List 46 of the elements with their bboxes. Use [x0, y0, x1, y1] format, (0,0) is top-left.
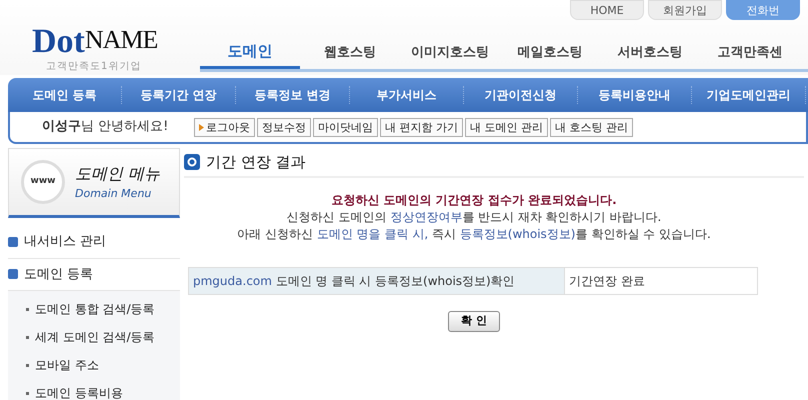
www-badge: www	[21, 160, 65, 204]
user-button[interactable]: 내 호스팅 관리	[550, 118, 633, 136]
sidebar-item[interactable]: 내서비스 관리	[8, 226, 180, 258]
section-title: 기간 연장 결과	[206, 152, 306, 173]
nav-tab[interactable]: 웹호스팅	[300, 36, 400, 69]
headline: 요청하신 도메인의 기간연장 접수가 완료되었습니다.	[330, 192, 618, 209]
sidebar-subitem[interactable]: 모바일 주소	[8, 351, 180, 379]
sub-nav-link[interactable]: 기업도메인관리	[692, 86, 806, 104]
user-button[interactable]: 로그아웃	[194, 118, 255, 136]
link[interactable]: 도메인 명을 클릭 시,	[316, 227, 428, 241]
bullet-icon	[8, 269, 18, 280]
nav-tab[interactable]: 고객만족센	[700, 36, 800, 69]
sub-nav-link[interactable]: 등록기간 연장	[122, 86, 236, 104]
sub-nav-link[interactable]: 도메인 등록	[8, 86, 122, 104]
cell-text: 도메인 명 클릭 시 등록정보(whois정보)확인	[274, 274, 515, 288]
menu-title: 도메인 메뉴	[75, 162, 160, 185]
sidebar-subitem[interactable]: 도메인 등록비용	[8, 379, 180, 400]
top-link[interactable]: HOME	[570, 0, 644, 20]
user-button[interactable]: 내 편지함 가기	[380, 118, 463, 136]
link[interactable]: 정상연장여부	[390, 210, 462, 224]
bullet-icon	[8, 236, 18, 247]
sub-nav-link[interactable]: 등록정보 변경	[236, 86, 350, 104]
info-text: 신청하신 도메인의 정상연장여부를 반드시 재차 확인하시기 바랍니다.	[286, 209, 662, 226]
sidebar-subitem[interactable]: 세계 도메인 검색/등록	[8, 323, 180, 351]
info-text: 아래 신청하신 도메인 명을 클릭 시, 즉시 등록정보(whois정보)를 확인하실 수 있습니다.	[236, 226, 712, 243]
logo-text[interactable]: Dot	[32, 25, 85, 59]
sub-nav-link[interactable]: 등록비용안내	[578, 86, 692, 104]
top-link[interactable]: 회원가입	[648, 0, 722, 20]
nav-tab[interactable]: 도메인	[200, 36, 300, 69]
sub-nav-link[interactable]: 기관이전신청	[464, 86, 578, 104]
nav-tab[interactable]: 서버호스팅	[600, 36, 700, 69]
slogan: 고객만족도1위기업	[46, 60, 142, 74]
user-button[interactable]: 내 도메인 관리	[465, 118, 548, 136]
domain-link[interactable]: pmguda.com	[193, 274, 272, 288]
user-button[interactable]: 정보수정	[257, 118, 311, 136]
logo-text[interactable]: NAME	[84, 20, 158, 59]
sub-nav-link[interactable]: 부가서비스	[350, 86, 464, 104]
nav-tab[interactable]: 이미지호스팅	[400, 36, 500, 69]
welcome-text: 이성구님 안녕하세요!	[42, 118, 170, 136]
nav-tab[interactable]: 메일호스팅	[500, 36, 600, 69]
user-button[interactable]: 마이닷네임	[313, 118, 378, 136]
table-cell-text: 기간연장 완료	[568, 273, 646, 290]
sidebar-subitem[interactable]: 도메인 통합 검색/등록	[8, 295, 180, 323]
link[interactable]: 등록정보(whois정보)	[460, 227, 576, 241]
menu-subtitle: Domain Menu	[75, 186, 152, 202]
confirm-button[interactable]: 확 인	[448, 311, 500, 332]
